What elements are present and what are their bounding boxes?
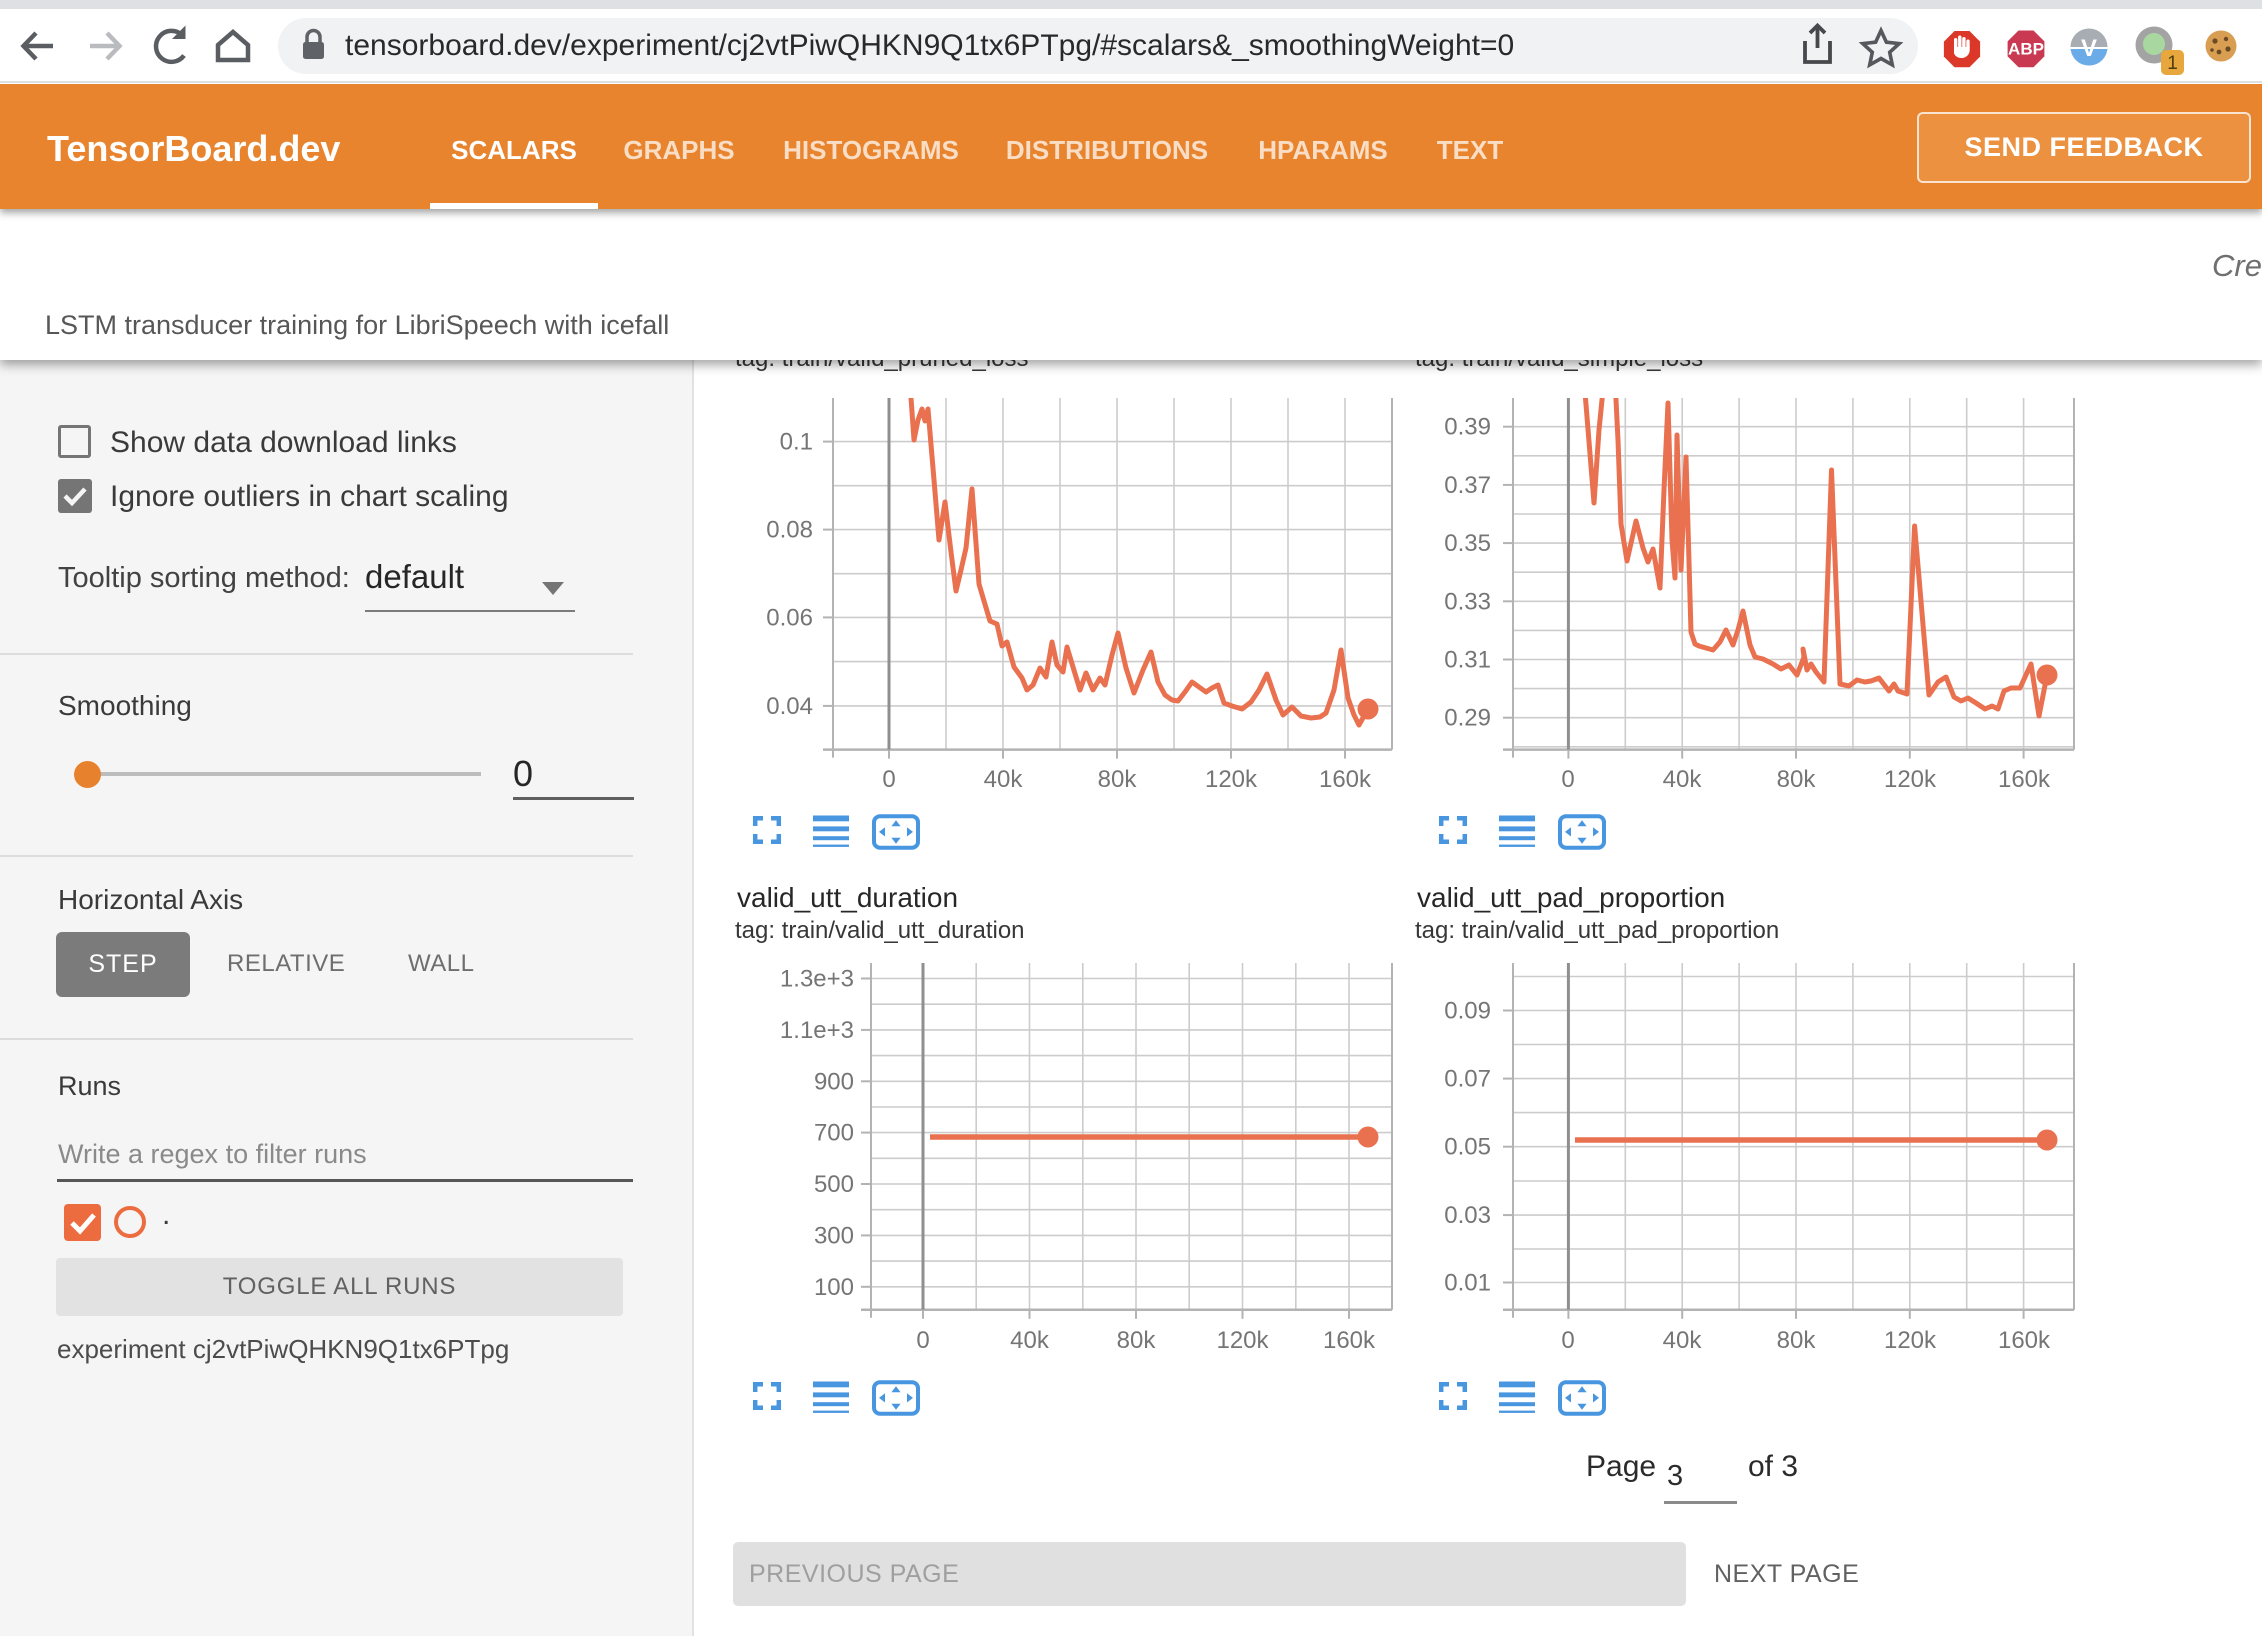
svg-text:0.09: 0.09 — [1444, 998, 1491, 1025]
svg-text:0: 0 — [882, 766, 895, 793]
svg-text:1.1e+3: 1.1e+3 — [780, 1017, 854, 1044]
svg-text:160k: 160k — [1998, 766, 2051, 793]
svg-text:80k: 80k — [1777, 1327, 1817, 1354]
svg-text:160k: 160k — [1319, 766, 1372, 793]
svg-text:0.05: 0.05 — [1444, 1134, 1491, 1161]
svg-text:900: 900 — [814, 1068, 854, 1095]
svg-text:0.33: 0.33 — [1444, 588, 1491, 615]
svg-text:120k: 120k — [1884, 766, 1937, 793]
svg-text:40k: 40k — [984, 766, 1024, 793]
svg-text:0.07: 0.07 — [1444, 1066, 1491, 1093]
svg-text:0.06: 0.06 — [766, 604, 813, 631]
svg-text:0.03: 0.03 — [1444, 1202, 1491, 1229]
svg-text:0.01: 0.01 — [1444, 1270, 1491, 1297]
svg-text:120k: 120k — [1884, 1327, 1937, 1354]
svg-text:0: 0 — [1561, 1327, 1574, 1354]
svg-text:ABP: ABP — [2008, 40, 2044, 59]
svg-text:300: 300 — [814, 1222, 854, 1249]
svg-text:0: 0 — [1561, 766, 1574, 793]
svg-text:160k: 160k — [1998, 1327, 2051, 1354]
svg-text:0.31: 0.31 — [1444, 647, 1491, 674]
svg-text:0.35: 0.35 — [1444, 530, 1491, 557]
svg-text:0.1: 0.1 — [780, 429, 813, 456]
svg-text:0.04: 0.04 — [766, 693, 813, 720]
svg-text:40k: 40k — [1663, 766, 1703, 793]
svg-text:80k: 80k — [1098, 766, 1138, 793]
svg-text:120k: 120k — [1205, 766, 1258, 793]
svg-text:40k: 40k — [1010, 1327, 1050, 1354]
svg-text:0.08: 0.08 — [766, 517, 813, 544]
svg-text:700: 700 — [814, 1120, 854, 1147]
svg-text:0: 0 — [916, 1327, 929, 1354]
svg-text:1: 1 — [2167, 53, 2178, 74]
svg-text:0.29: 0.29 — [1444, 705, 1491, 732]
svg-text:40k: 40k — [1663, 1327, 1703, 1354]
svg-text:120k: 120k — [1216, 1327, 1269, 1354]
svg-text:100: 100 — [814, 1274, 854, 1301]
svg-text:500: 500 — [814, 1171, 854, 1198]
svg-text:160k: 160k — [1323, 1327, 1376, 1354]
svg-text:80k: 80k — [1777, 766, 1817, 793]
svg-text:80k: 80k — [1117, 1327, 1157, 1354]
svg-text:0.37: 0.37 — [1444, 472, 1491, 499]
svg-text:0.39: 0.39 — [1444, 414, 1491, 441]
svg-text:1.3e+3: 1.3e+3 — [780, 966, 854, 993]
svg-text:V: V — [2081, 35, 2097, 62]
